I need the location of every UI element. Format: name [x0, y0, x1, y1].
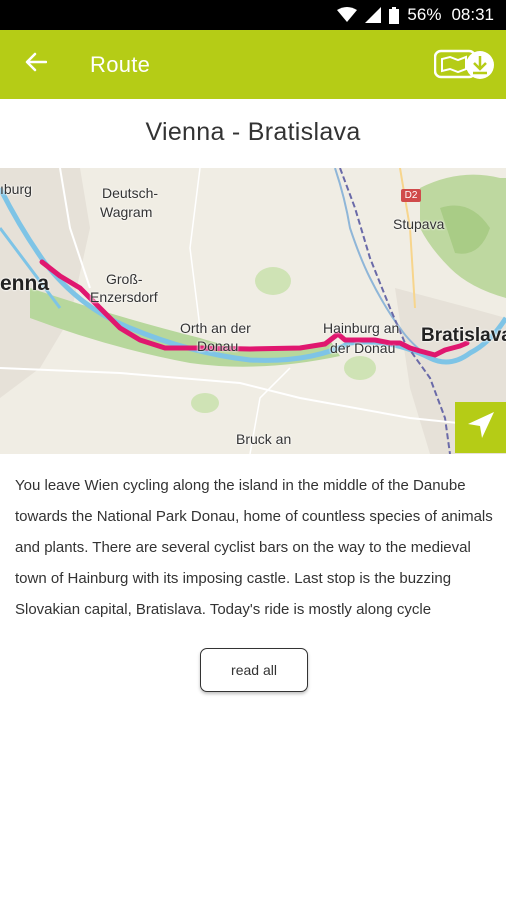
map-label-hainburg-1: Hainburg an	[323, 320, 400, 336]
back-button[interactable]	[0, 30, 72, 99]
map-canvas	[0, 168, 506, 454]
map-label-deutsch-wagram-2: Wagram	[100, 204, 153, 220]
map-label-orth-1: Orth an der	[180, 320, 251, 336]
signal-icon	[365, 7, 382, 23]
offline-map-download-icon	[433, 49, 496, 85]
navigation-arrow-icon	[466, 410, 496, 445]
battery-percent: 56%	[407, 5, 442, 24]
map-label-hainburg-2: der Donau	[330, 340, 396, 356]
route-title: Vienna - Bratislava	[145, 118, 361, 146]
map-label-klosterneuburg: ıburg	[0, 181, 32, 197]
download-map-button[interactable]	[433, 49, 496, 81]
map-label-bratislava: Bratislava	[421, 325, 506, 346]
battery-icon	[389, 6, 400, 24]
map-label-vienna: enna	[0, 272, 50, 295]
wifi-icon	[337, 7, 358, 23]
route-description: You leave Wien cycling along the island …	[15, 477, 493, 618]
map-label-orth-2: Donau	[197, 338, 239, 354]
map-label-deutsch-wagram-1: Deutsch-	[102, 185, 159, 201]
status-bar: 56% 08:31	[0, 0, 506, 30]
map-label-bruck: Bruck an	[236, 431, 292, 447]
map-label-gross-enzersdorf-1: Groß-	[106, 271, 143, 287]
map-label-stupava: Stupava	[393, 216, 445, 232]
clock: 08:31	[451, 5, 494, 24]
map-label-gross-enzersdorf-2: Enzersdorf	[90, 289, 158, 305]
road-badge-d2: D2	[401, 189, 421, 202]
page-title: Route	[90, 51, 151, 77]
read-all-button[interactable]: read all	[200, 648, 308, 692]
locate-me-button[interactable]	[455, 402, 506, 453]
route-map[interactable]: ıburg Deutsch- Wagram Stupava enna Groß-…	[0, 168, 506, 454]
arrow-left-icon	[25, 52, 48, 77]
app-bar: Route	[0, 30, 506, 99]
